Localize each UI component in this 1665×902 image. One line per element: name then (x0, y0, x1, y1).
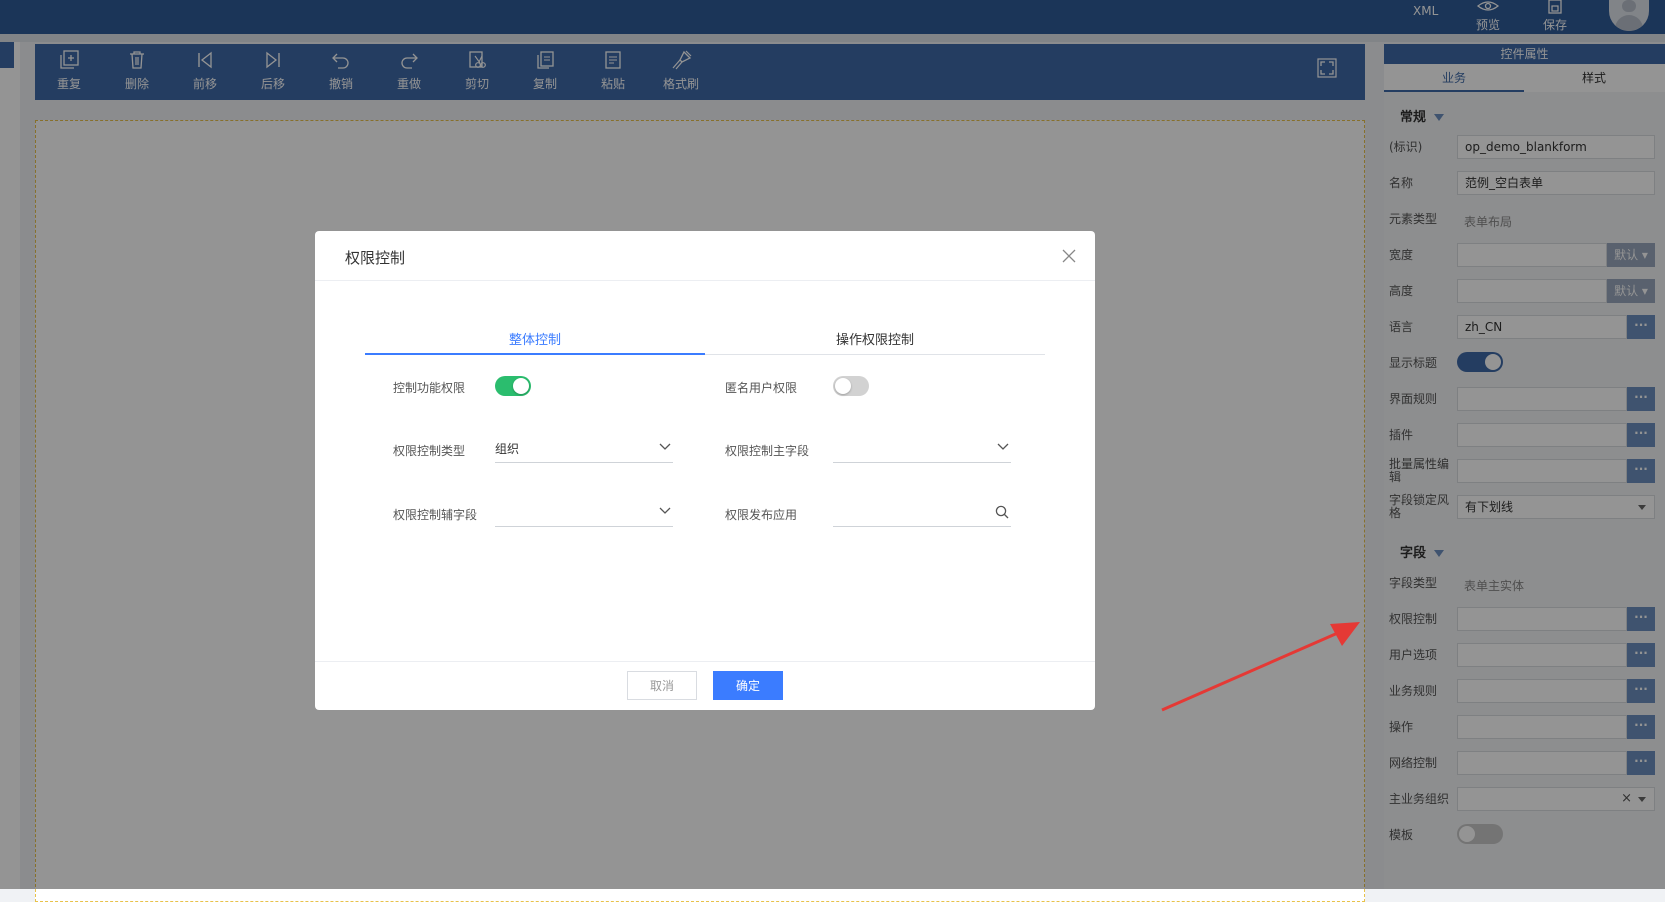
anon-perm-label: 匿名用户权限 (725, 381, 798, 395)
annotation-arrow-icon (1161, 622, 1360, 712)
perm-type-select[interactable]: 组织 (495, 435, 673, 463)
footer-divider (315, 661, 1095, 662)
tab-overall-control[interactable]: 整体控制 (365, 329, 705, 361)
cancel-button[interactable]: 取消 (627, 671, 697, 700)
main-field-select[interactable] (833, 435, 1011, 463)
publish-app-search[interactable] (833, 499, 1011, 527)
tab-active-indicator (365, 353, 705, 355)
toggle-knob (835, 378, 851, 394)
publish-app-label: 权限发布应用 (725, 508, 798, 522)
anon-perm-toggle[interactable] (833, 376, 869, 396)
chevron-down-icon (997, 443, 1009, 450)
dialog-divider (315, 280, 1095, 281)
close-icon[interactable] (1062, 249, 1076, 263)
chevron-down-icon (659, 507, 671, 514)
main-field-label: 权限控制主字段 (725, 444, 810, 458)
toggle-knob (513, 378, 529, 394)
chevron-down-icon (659, 443, 671, 450)
permission-dialog: 权限控制 整体控制 操作权限控制 控制功能权限 匿名用户权限 权限控制类型 组织… (315, 231, 1095, 710)
aux-field-label: 权限控制辅字段 (393, 508, 478, 522)
dialog-title: 权限控制 (345, 249, 406, 267)
perm-type-value: 组织 (495, 442, 520, 456)
func-perm-toggle[interactable] (495, 376, 531, 396)
confirm-button[interactable]: 确定 (713, 671, 783, 700)
search-icon[interactable] (995, 505, 1009, 519)
func-perm-label: 控制功能权限 (393, 381, 466, 395)
tab-operation-permission[interactable]: 操作权限控制 (705, 329, 1045, 361)
aux-field-select[interactable] (495, 499, 673, 527)
perm-type-label: 权限控制类型 (393, 444, 466, 458)
